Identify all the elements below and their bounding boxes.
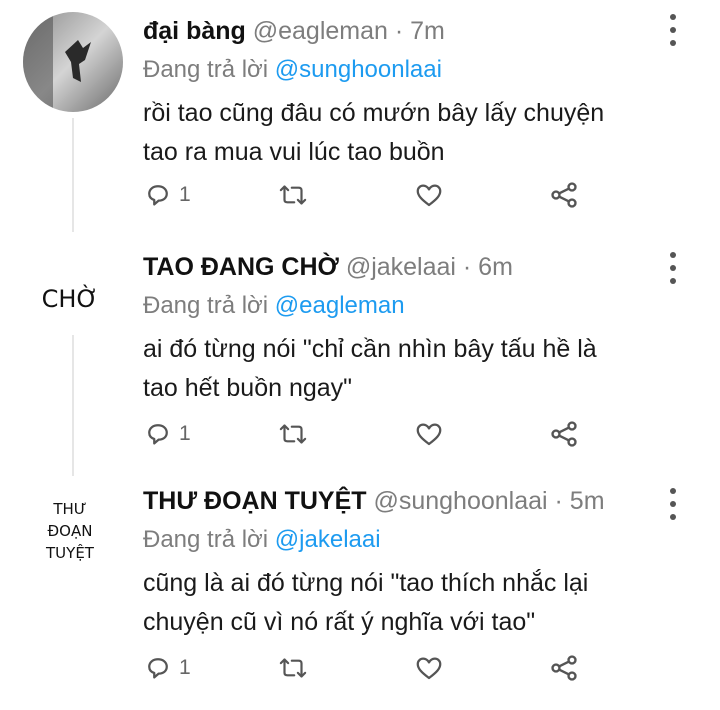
share-icon xyxy=(551,421,577,447)
tweet-text-line: ai đó từng nói "chỉ cần nhìn bây tấu hề … xyxy=(143,335,597,363)
avatar-text-line: TUYỆT xyxy=(46,544,94,562)
heart-icon xyxy=(416,184,442,207)
tweet-header: đại bàng @eagleman · 7m xyxy=(143,14,680,48)
avatar-text-line: THƯ xyxy=(53,500,87,518)
avatar[interactable]: CHỜ xyxy=(0,285,140,313)
avatar[interactable] xyxy=(23,12,123,112)
display-name[interactable]: THƯ ĐOẠN TUYỆT xyxy=(143,487,367,515)
tweet-text-line: rồi tao cũng đâu có mướn bây lấy chuyện xyxy=(143,99,605,127)
tweet-header: THƯ ĐOẠN TUYỆT @sunghoonlaai · 5m xyxy=(143,484,680,518)
replying-to: Đang trả lời @jakelaai xyxy=(143,522,680,558)
retweet-button[interactable] xyxy=(276,416,310,452)
reply-button[interactable]: 1 xyxy=(143,650,191,686)
more-vertical-icon[interactable] xyxy=(668,488,678,520)
tweet[interactable]: THƯ ĐOẠN TUYỆT THƯ ĐOẠN TUYỆT @sunghoonl… xyxy=(0,478,720,710)
reply-count: 1 xyxy=(179,183,191,206)
retweet-button[interactable] xyxy=(276,650,310,686)
eagle-photo xyxy=(23,12,123,112)
tweet-text-line: tao hết buồn ngay" xyxy=(143,374,353,402)
thread-line xyxy=(72,118,74,232)
replying-to-label: Đang trả lời xyxy=(143,526,275,553)
replying-to-label: Đang trả lời xyxy=(143,56,275,83)
retweet-icon xyxy=(279,185,307,205)
heart-icon xyxy=(416,423,442,446)
reply-button[interactable]: 1 xyxy=(143,416,191,452)
retweet-icon xyxy=(279,658,307,678)
tweet-text-line: tao ra mua vui lúc tao buồn xyxy=(143,138,445,166)
mention-link[interactable]: @jakelaai xyxy=(275,526,381,553)
timestamp: · 6m xyxy=(455,253,513,281)
share-button[interactable] xyxy=(548,177,580,213)
display-name[interactable]: đại bàng xyxy=(143,17,246,45)
reply-count: 1 xyxy=(179,656,191,679)
tweet[interactable]: đại bàng @eagleman · 7m Đang trả lời @su… xyxy=(0,0,720,232)
like-button[interactable] xyxy=(413,416,445,452)
avatar[interactable]: THƯ ĐOẠN TUYỆT xyxy=(0,498,140,564)
replying-to-label: Đang trả lời xyxy=(143,292,275,319)
tweet-text: cũng là ai đó từng nói "tao thích nhắc l… xyxy=(143,564,680,642)
tweet-header: TAO ĐANG CHỜ @jakelaai · 6m xyxy=(143,250,680,284)
tweet[interactable]: CHỜ TAO ĐANG CHỜ @jakelaai · 6m Đang trả… xyxy=(0,240,720,476)
mention-link[interactable]: @eagleman xyxy=(275,292,405,319)
retweet-button[interactable] xyxy=(276,177,310,213)
reply-count: 1 xyxy=(179,422,191,445)
tweet-text: rồi tao cũng đâu có mướn bây lấy chuyện … xyxy=(143,94,680,172)
heart-icon xyxy=(416,657,442,680)
reply-icon xyxy=(148,185,168,206)
retweet-icon xyxy=(279,424,307,444)
timestamp: · 7m xyxy=(387,17,445,45)
share-icon xyxy=(551,182,577,208)
user-handle[interactable]: @sunghoonlaai xyxy=(373,487,547,515)
tweet-text-line: chuyện cũ vì nó rất ý nghĩa với tao" xyxy=(143,608,536,636)
display-name[interactable]: TAO ĐANG CHỜ xyxy=(143,253,339,281)
share-icon xyxy=(551,655,577,681)
user-handle[interactable]: @jakelaai xyxy=(346,253,456,281)
thread-line xyxy=(72,335,74,476)
more-vertical-icon[interactable] xyxy=(668,14,678,46)
reply-icon xyxy=(148,658,168,679)
like-button[interactable] xyxy=(413,650,445,686)
replying-to: Đang trả lời @eagleman xyxy=(143,288,680,324)
replying-to: Đang trả lời @sunghoonlaai xyxy=(143,52,680,88)
tweet-text-line: cũng là ai đó từng nói "tao thích nhắc l… xyxy=(143,569,589,597)
more-vertical-icon[interactable] xyxy=(668,252,678,284)
user-handle[interactable]: @eagleman xyxy=(253,17,388,45)
share-button[interactable] xyxy=(548,416,580,452)
reply-button[interactable]: 1 xyxy=(143,177,191,213)
tweet-text: ai đó từng nói "chỉ cần nhìn bây tấu hề … xyxy=(143,330,680,408)
share-button[interactable] xyxy=(548,650,580,686)
like-button[interactable] xyxy=(413,177,445,213)
mention-link[interactable]: @sunghoonlaai xyxy=(275,56,442,83)
timestamp: · 5m xyxy=(547,487,605,515)
avatar-text-line: ĐOẠN xyxy=(47,522,93,540)
reply-icon xyxy=(148,424,168,445)
